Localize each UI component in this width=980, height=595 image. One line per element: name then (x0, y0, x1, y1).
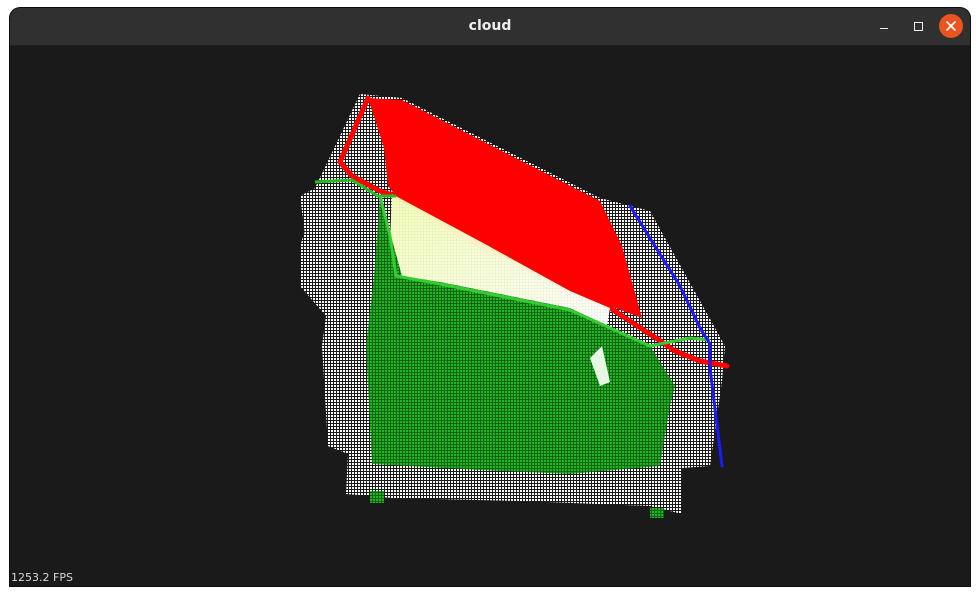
point-cloud-viewport[interactable]: 1253.2 FPS (10, 46, 970, 586)
minimize-button[interactable] (872, 14, 896, 38)
fps-counter: 1253.2 FPS (11, 571, 73, 584)
close-icon (946, 21, 956, 31)
close-button[interactable] (939, 14, 963, 38)
point-cloud-render (300, 94, 730, 518)
app-window: cloud 1253.2 FPS (10, 8, 970, 586)
maximize-button[interactable] (906, 14, 930, 38)
window-title: cloud (468, 18, 512, 34)
title-bar[interactable]: cloud (10, 8, 970, 46)
